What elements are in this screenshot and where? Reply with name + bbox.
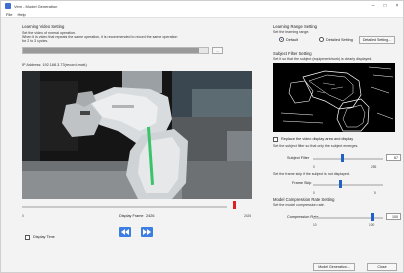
ip-address-label: IP Address: 192.168.3.73(record.mwk) bbox=[22, 63, 87, 67]
subject-filter-track[interactable] bbox=[313, 158, 383, 160]
edge-preview-image bbox=[273, 63, 395, 132]
subject-filter-thumb[interactable] bbox=[341, 154, 344, 162]
filter-instruction: Set the subject filter so that only the … bbox=[273, 144, 359, 148]
frame-skip-max: 5 bbox=[374, 191, 376, 195]
subject-filter-input[interactable]: 67 bbox=[386, 154, 401, 161]
video-display[interactable] bbox=[22, 71, 252, 199]
title-bar: Vem - Model Generation bbox=[1, 1, 403, 11]
step-back-icon bbox=[121, 229, 129, 235]
step-forward-icon bbox=[143, 229, 151, 235]
menu-bar: File Help bbox=[1, 11, 403, 18]
subject-filter-max: 255 bbox=[371, 165, 377, 169]
frame-skip-instruction: Set the frame skip if the subject is not… bbox=[273, 172, 350, 176]
display-frame-value: 2426 bbox=[146, 214, 155, 218]
frame-slider-max: 2426 bbox=[244, 214, 252, 218]
default-radio[interactable] bbox=[279, 37, 284, 42]
compression-rate-min: 10 bbox=[313, 223, 317, 227]
frame-skip-label: Frame Skip bbox=[292, 181, 312, 185]
compression-rate-max: 100 bbox=[369, 223, 375, 227]
video-file-progress bbox=[22, 47, 209, 54]
compression-rate-thumb[interactable] bbox=[371, 213, 374, 221]
app-window: Vem - Model Generation – □ × File Help L… bbox=[0, 0, 404, 273]
subject-filter-label: Subject Filter bbox=[287, 156, 310, 160]
compression-instruction: Set the model compression rate. bbox=[273, 203, 325, 207]
learning-video-title: Learning Video Setting bbox=[22, 24, 65, 29]
compression-title: Model Compression Rate Setting bbox=[273, 197, 335, 202]
video-instruction-3: for 2 to 3 cycles. bbox=[22, 39, 49, 43]
frame-slider-track[interactable] bbox=[22, 206, 227, 208]
frame-skip-thumb[interactable] bbox=[339, 180, 342, 188]
filter-preview bbox=[273, 63, 395, 132]
display-frame-label: Display Frame bbox=[119, 214, 144, 218]
replace-display-label: Replace the video display area and displ… bbox=[281, 137, 354, 141]
detailed-radio-label: Detailed Setting bbox=[326, 38, 353, 42]
subject-filter-min: 0 bbox=[313, 165, 315, 169]
step-forward-button[interactable] bbox=[141, 227, 153, 237]
minimize-icon[interactable]: – bbox=[367, 1, 379, 11]
browse-button[interactable]: ... bbox=[212, 47, 223, 54]
step-back-button[interactable] bbox=[119, 227, 131, 237]
compression-rate-input[interactable]: 100 bbox=[386, 213, 401, 220]
close-window-icon[interactable]: × bbox=[391, 1, 403, 11]
detailed-setting-button[interactable]: Detailed Setting... bbox=[359, 36, 395, 44]
replace-display-checkbox[interactable] bbox=[273, 137, 278, 142]
frame-slider-min: 0 bbox=[22, 214, 24, 218]
learning-range-subtitle: Set the learning range. bbox=[273, 30, 310, 34]
display-time-label: Display Time bbox=[33, 235, 55, 239]
frame-skip-min: 0 bbox=[313, 191, 315, 195]
detailed-radio[interactable] bbox=[319, 37, 324, 42]
app-icon bbox=[5, 3, 11, 9]
window-title: Vem - Model Generation bbox=[14, 3, 58, 9]
learning-range-title: Learning Range Setting bbox=[273, 24, 318, 29]
default-radio-label: Default bbox=[286, 38, 299, 42]
model-generation-button[interactable]: Model Generation... bbox=[313, 263, 355, 271]
menu-file[interactable]: File bbox=[6, 12, 12, 17]
menu-help[interactable]: Help bbox=[17, 12, 25, 17]
display-time-checkbox[interactable] bbox=[25, 235, 30, 240]
frame-slider-thumb[interactable] bbox=[233, 201, 236, 209]
video-file-progress-fill bbox=[23, 48, 199, 53]
frame-skip-track[interactable] bbox=[313, 184, 383, 186]
close-button[interactable]: Close bbox=[367, 263, 397, 271]
robot-arm-frame-image bbox=[22, 71, 252, 199]
subject-filter-instruction: Set it so that the subject (equipment/wo… bbox=[273, 57, 373, 61]
maximize-icon[interactable]: □ bbox=[379, 1, 391, 11]
subject-filter-title: Subject Filter Setting bbox=[273, 51, 312, 56]
